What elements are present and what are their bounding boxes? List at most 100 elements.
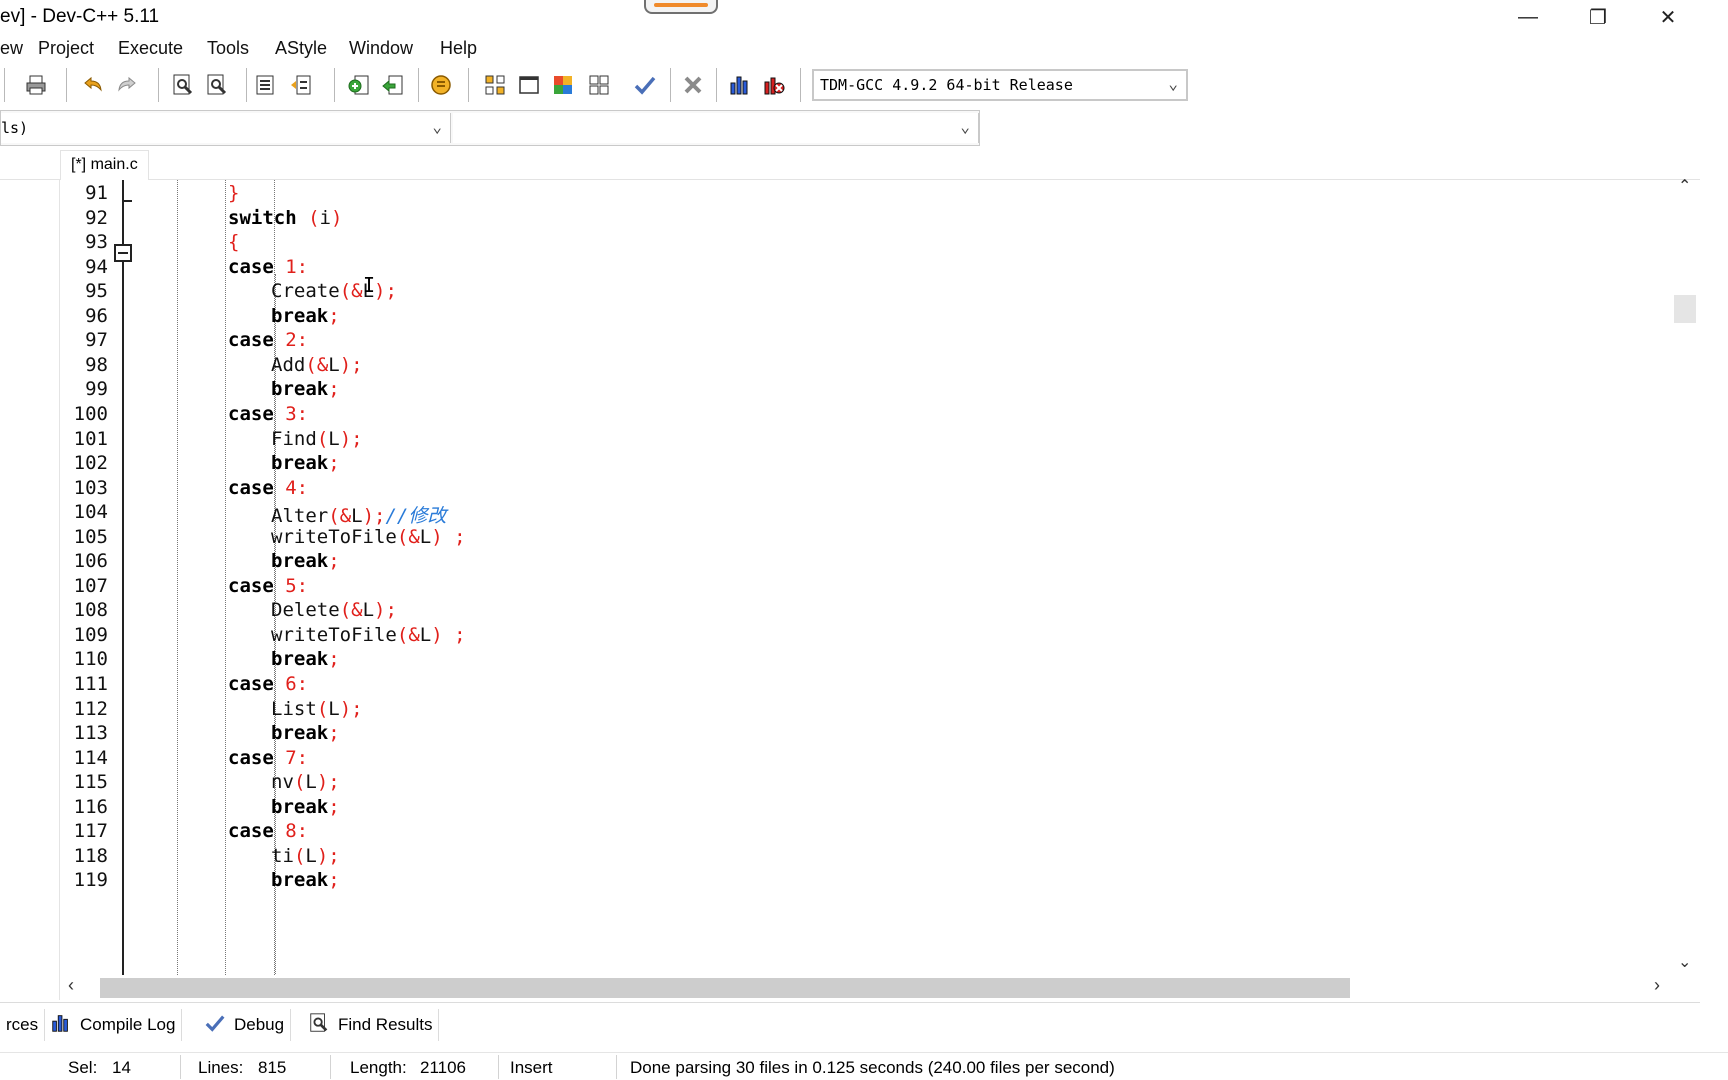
code-token: (& [396,525,420,548]
undo-icon[interactable] [78,70,108,100]
code-token: L [328,697,340,720]
code-token: case [228,673,274,695]
tab-debug[interactable]: Debug [198,1009,292,1041]
menu-window[interactable]: Window [349,38,413,59]
code-token: ( [293,844,306,867]
code-line: nv(L); [271,771,340,797]
compiler-select[interactable]: TDM-GCC 4.9.2 64-bit Release ⌄ [812,69,1188,101]
code-line: case 2: [228,329,308,355]
layout-icon[interactable] [584,70,614,100]
print-icon[interactable] [21,70,51,100]
new-window-icon[interactable] [514,70,544,100]
close-file-icon[interactable] [678,70,708,100]
scroll-up-icon[interactable]: ⌃ [1678,176,1691,196]
horizontal-scrollbar[interactable]: ‹ › [60,975,1700,999]
code-token: Find [271,427,317,450]
tab-find-results-label: Find Results [338,1015,433,1034]
code-line: break; [271,550,340,576]
menu-astyle[interactable]: AStyle [275,38,327,59]
class-browser-icon[interactable] [480,70,510,100]
line-number: 107 [73,574,108,597]
check-icon[interactable] [630,70,660,100]
tab-find-results[interactable]: Find Results [302,1009,440,1041]
code-editor[interactable]: 91 92 93 94 95 96 97 98 99 100 101 102 103 104 105 106 1… [60,180,1700,975]
tab-resources[interactable]: rces [0,1009,46,1041]
scroll-right-icon[interactable]: › [1654,975,1660,996]
scroll-down-icon[interactable]: ⌄ [1678,952,1691,972]
remove-from-project-icon[interactable] [378,70,408,100]
vertical-scrollbar[interactable]: ⌃ ⌄ [1670,178,1700,975]
add-to-project-icon[interactable] [344,70,374,100]
tab-resources-label: rces [6,1015,39,1034]
scrollbar-thumb[interactable] [1674,295,1696,323]
code-line: writeToFile(&L) ; [271,624,466,650]
redo-icon[interactable] [112,70,142,100]
chart-icon[interactable] [724,70,754,100]
tab-compile-log[interactable]: Compile Log [44,1009,183,1041]
scrollbar-thumb[interactable] [100,978,1350,998]
find-icon[interactable] [168,70,198,100]
close-button[interactable]: ✕ [1633,0,1703,34]
line-number: 114 [73,746,108,769]
code-token: : [296,820,309,843]
code-token: L [328,427,340,450]
menu-view[interactable]: ew [0,38,23,59]
scroll-left-icon[interactable]: ‹ [68,975,74,996]
goto-line-icon[interactable] [426,70,456,100]
code-line: break; [271,869,340,895]
line-number: 99 [85,378,108,401]
code-token: 2 [285,329,297,352]
restore-button[interactable]: ❐ [1563,0,1633,34]
code-token: ; [328,869,340,892]
minimize-button[interactable]: — [1493,0,1563,34]
code-token: L [305,771,317,794]
code-token: case [228,255,274,278]
toolbar: TDM-GCC 4.9.2 64-bit Release ⌄ [0,66,1190,104]
code-token: break [271,550,329,573]
snap-handle[interactable] [644,0,718,14]
code-token: switch [228,206,297,229]
indent-icon[interactable] [250,70,280,100]
code-token: ; [328,722,340,745]
toolbar-separator [418,68,420,102]
code-line: break; [271,648,340,674]
line-number: 112 [73,697,108,720]
chart-icon [50,1012,72,1039]
compiler-select-value: TDM-GCC 4.9.2 64-bit Release [820,76,1073,94]
fold-end-marker [122,200,132,202]
line-number: 116 [73,795,108,818]
toolbar-separator [468,68,470,102]
code-token: case [228,746,274,769]
code-line: break; [271,305,340,331]
unindent-icon[interactable] [286,70,316,100]
member-select[interactable]: ⌄ [453,113,979,143]
menu-help[interactable]: Help [440,38,477,59]
code-line: case 5: [228,575,308,601]
toolbar-separator [158,68,160,102]
toolbar-separator [246,68,248,102]
colors-icon[interactable] [548,70,578,100]
menu-project[interactable]: Project [38,38,94,59]
code-token: ); [339,427,363,450]
code-token: 3 [285,402,297,425]
class-select[interactable]: ls) ⌄ [1,113,451,143]
debug-icon[interactable] [758,70,788,100]
menu-execute[interactable]: Execute [118,38,183,59]
line-number: 93 [85,231,108,254]
menu-tools[interactable]: Tools [207,38,249,59]
tab-main-c[interactable]: [*] main.c [60,150,149,180]
toolbar-separator [670,68,672,102]
fold-collapse-icon[interactable] [114,244,132,262]
code-token: ; [328,304,340,327]
status-bar: Sel: 14 Lines: 815 Length: 21106 Insert … [0,1052,1728,1080]
insert-mode: Insert [510,1058,553,1077]
code-line: Delete(&L); [271,599,397,625]
code-line: case 1: [228,256,308,282]
line-number: 98 [85,353,108,376]
replace-icon[interactable] [202,70,232,100]
line-number: 117 [73,820,108,843]
line-number: 91 [85,182,108,204]
